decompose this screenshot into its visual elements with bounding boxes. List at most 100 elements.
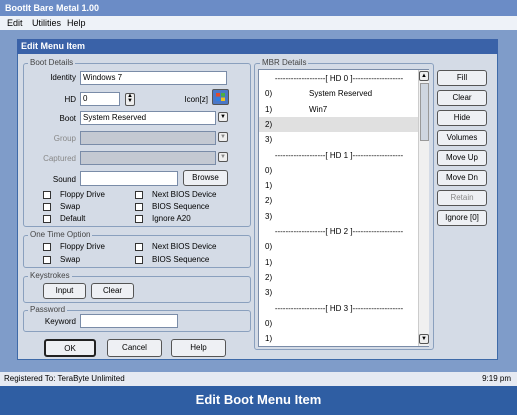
label-ot-bios-sequence: BIOS Sequence xyxy=(152,255,210,264)
windows-logo-icon[interactable] xyxy=(212,89,229,105)
icon-label: Icon[z] xyxy=(184,95,208,104)
captured-label: Captured xyxy=(43,154,76,163)
mbr-partition-row[interactable]: 3) xyxy=(259,285,419,300)
mbr-hd-header[interactable]: -------------------[ HD 3 ]-------------… xyxy=(259,301,419,316)
mbr-partition-row[interactable]: 3) xyxy=(259,209,419,224)
mbr-partition-row[interactable]: 2) xyxy=(259,116,419,132)
label-ot-floppy-drive: Floppy Drive xyxy=(60,242,105,251)
mbr-partition-row[interactable]: 0) xyxy=(259,316,419,331)
label-ot-swap: Swap xyxy=(60,255,81,264)
group-select xyxy=(80,131,216,145)
checkbox-swap[interactable] xyxy=(43,203,51,211)
bottom-banner: Edit Boot Menu Item xyxy=(0,386,517,415)
hd-field[interactable]: 0 xyxy=(80,92,120,106)
boot-select[interactable]: System Reserved xyxy=(80,111,216,125)
clear-button[interactable]: Clear xyxy=(437,90,487,106)
boot-details-legend: Boot Details xyxy=(28,58,76,68)
group-label: Group xyxy=(53,134,76,143)
checkbox-floppy-drive[interactable] xyxy=(43,191,51,199)
menubar: Edit Utilities Help xyxy=(0,16,517,30)
mbr-partition-row[interactable]: 0) System Reserved xyxy=(259,86,419,101)
menu-help[interactable]: Help xyxy=(67,18,86,28)
label-bios-sequence: BIOS Sequence xyxy=(152,202,210,211)
partition-name: Win7 xyxy=(309,104,328,114)
partition-name: System Reserved xyxy=(309,89,373,99)
boot-dropdown-icon[interactable]: ▼ xyxy=(218,112,228,122)
menu-utilities[interactable]: Utilities xyxy=(32,18,61,28)
help-button[interactable]: Help xyxy=(171,339,226,357)
input-button[interactable]: Input xyxy=(43,283,86,299)
checkbox-ignore-a20[interactable] xyxy=(135,215,143,223)
captured-select xyxy=(80,151,216,165)
partition-number: 1) xyxy=(265,334,273,344)
label-next-bios-device: Next BIOS Device xyxy=(152,190,217,199)
captured-dropdown-icon: ▼ xyxy=(218,152,228,162)
move-dn-button[interactable]: Move Dn xyxy=(437,170,487,186)
mbr-list[interactable]: -------------------[ HD 0 ]-------------… xyxy=(258,69,429,347)
checkbox-next-bios-device[interactable] xyxy=(135,191,143,199)
status-bar: Registered To: TeraByte Unlimited 9:19 p… xyxy=(0,372,517,386)
ignore-button[interactable]: Ignore [0] xyxy=(437,210,487,226)
mbr-partition-row[interactable]: 0) xyxy=(259,163,419,178)
partition-number: 0) xyxy=(265,165,273,175)
checkbox-bios-sequence[interactable] xyxy=(135,203,143,211)
identity-field[interactable]: Windows 7 xyxy=(80,71,227,85)
mbr-hd-header[interactable]: -------------------[ HD 1 ]-------------… xyxy=(259,148,419,163)
ok-button[interactable]: OK xyxy=(44,339,96,357)
dialog-title: Edit Menu Item xyxy=(17,39,498,54)
keystrokes-legend: Keystrokes xyxy=(28,271,72,281)
scroll-up-icon[interactable]: ▲ xyxy=(419,71,429,81)
move-up-button[interactable]: Move Up xyxy=(437,150,487,166)
mbr-scrollbar[interactable]: ▲ ▼ xyxy=(418,70,429,346)
identity-label: Identity xyxy=(50,73,76,82)
cancel-button[interactable]: Cancel xyxy=(107,339,162,357)
hd-spinner[interactable]: ▲ ▼ xyxy=(125,93,135,106)
partition-number: 1) xyxy=(265,104,273,114)
checkbox-ot-floppy-drive[interactable] xyxy=(43,243,51,251)
one-time-option-legend: One Time Option xyxy=(28,230,93,240)
partition-number: 1) xyxy=(265,181,273,191)
fill-button[interactable]: Fill xyxy=(437,70,487,86)
mbr-partition-row[interactable]: 1) xyxy=(259,255,419,270)
app-title: BootIt Bare Metal 1.00 xyxy=(0,0,517,16)
sound-field[interactable] xyxy=(80,171,178,186)
scroll-down-icon[interactable]: ▼ xyxy=(419,334,429,344)
mbr-partition-row[interactable]: 1) xyxy=(259,178,419,193)
retain-button: Retain xyxy=(437,190,487,206)
hide-button[interactable]: Hide xyxy=(437,110,487,126)
label-floppy-drive: Floppy Drive xyxy=(60,190,105,199)
partition-number: 0) xyxy=(265,89,273,99)
partition-number: 3) xyxy=(265,135,273,145)
label-ot-next-bios-device: Next BIOS Device xyxy=(152,242,217,251)
hd-label: HD xyxy=(64,95,76,104)
label-default: Default xyxy=(60,214,86,223)
keyword-field[interactable] xyxy=(80,314,178,328)
checkbox-default[interactable] xyxy=(43,215,51,223)
partition-number: 1) xyxy=(265,257,273,267)
sound-label: Sound xyxy=(52,175,76,184)
checkbox-ot-bios-sequence[interactable] xyxy=(135,256,143,264)
mbr-partition-row[interactable]: 2) xyxy=(259,270,419,285)
scroll-thumb[interactable] xyxy=(420,83,429,141)
mbr-partition-row[interactable]: 1) xyxy=(259,331,419,346)
volumes-button[interactable]: Volumes xyxy=(437,130,487,146)
partition-number: 0) xyxy=(265,318,273,328)
browse-button[interactable]: Browse xyxy=(183,170,228,186)
partition-number: 3) xyxy=(265,288,273,298)
mbr-partition-row[interactable]: 2) xyxy=(259,193,419,208)
boot-label: Boot xyxy=(59,114,76,123)
checkbox-ot-next-bios-device[interactable] xyxy=(135,243,143,251)
mbr-partition-row[interactable]: 3) xyxy=(259,132,419,147)
mbr-hd-header[interactable]: -------------------[ HD 0 ]-------------… xyxy=(259,71,419,86)
clock: 9:19 pm xyxy=(482,374,511,383)
partition-number: 2) xyxy=(265,119,273,129)
label-swap: Swap xyxy=(60,202,81,211)
mbr-partition-row[interactable]: 1) Win7 xyxy=(259,102,419,117)
mbr-hd-header[interactable]: -------------------[ HD 2 ]-------------… xyxy=(259,224,419,239)
menu-edit[interactable]: Edit xyxy=(7,18,23,28)
partition-number: 2) xyxy=(265,272,273,282)
checkbox-ot-swap[interactable] xyxy=(43,256,51,264)
mbr-partition-row[interactable]: 0) xyxy=(259,239,419,254)
keystrokes-clear-button[interactable]: Clear xyxy=(91,283,134,299)
password-legend: Password xyxy=(28,305,68,315)
